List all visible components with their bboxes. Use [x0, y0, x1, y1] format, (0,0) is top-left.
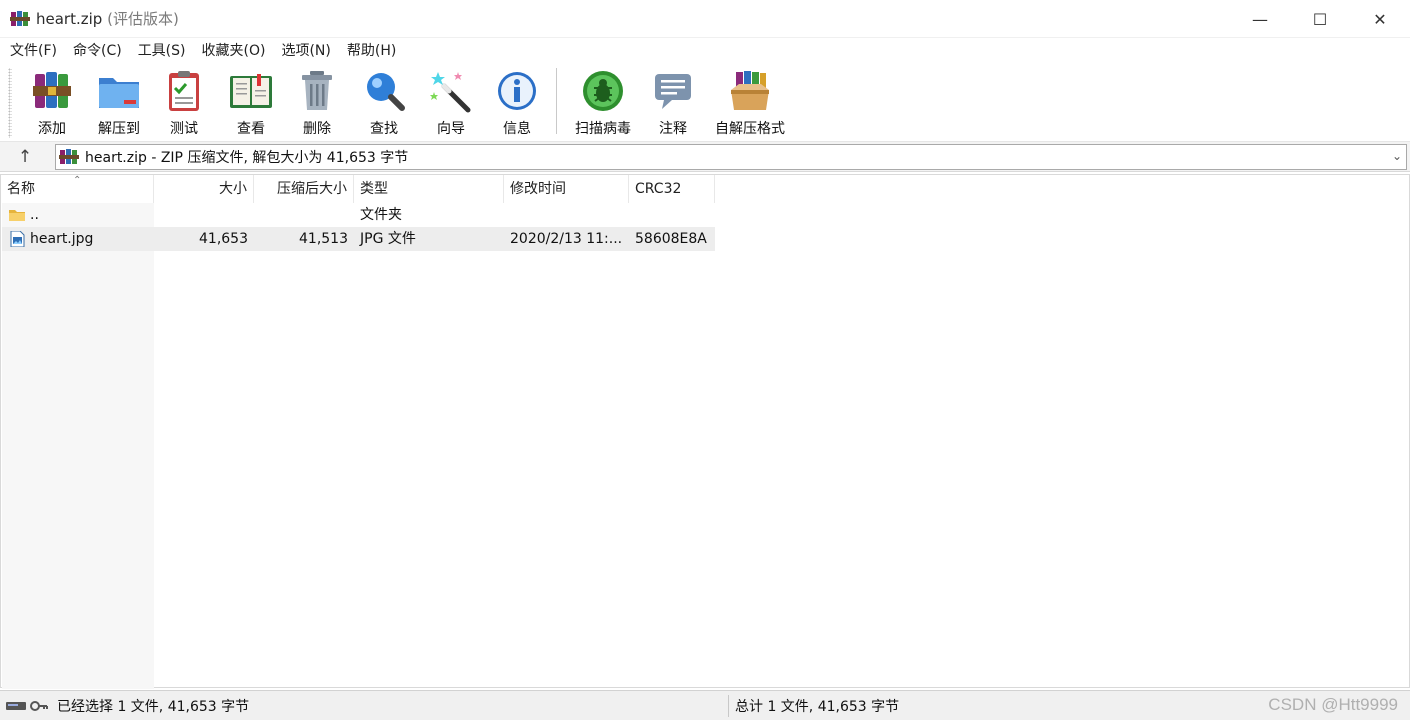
window-controls: — ☐ ✕ [1230, 0, 1410, 38]
title-bar: heart.zip (评估版本) — ☐ ✕ [0, 0, 1410, 38]
close-button[interactable]: ✕ [1350, 0, 1410, 38]
extract-to-label: 解压到 [98, 121, 140, 137]
status-bar: 已经选择 1 文件, 41,653 字节 总计 1 文件, 41,653 字节 … [0, 690, 1410, 720]
test-button[interactable]: 测试 [150, 64, 218, 138]
view-button[interactable]: 查看 [218, 64, 284, 138]
test-clipboard-icon [169, 71, 199, 111]
magnifier-icon [367, 73, 405, 111]
image-file-icon [10, 231, 25, 247]
status-total: 总计 1 文件, 41,653 字节 [735, 698, 900, 715]
trash-can-icon [302, 71, 332, 110]
sfx-button[interactable]: 自解压格式 [705, 64, 795, 138]
view-book-icon [230, 74, 272, 108]
comment-button[interactable]: 注释 [641, 64, 705, 138]
extract-folder-icon [99, 78, 139, 108]
magic-wand-icon [430, 72, 471, 113]
row-name-cell: heart.jpg [2, 227, 154, 251]
folder-icon [9, 210, 25, 221]
row-size: 41,653 [199, 231, 248, 247]
menu-bar: 文件(F) 命令(C) 工具(S) 收藏夹(O) 选项(N) 帮助(H) [0, 38, 1410, 64]
up-folder-button[interactable]: ↑ [0, 142, 50, 172]
toolbar-separator [556, 68, 557, 134]
column-header-packed[interactable]: 压缩后大小 [254, 175, 354, 203]
window-title-filename: heart.zip [36, 10, 103, 28]
window-title-suffix: (评估版本) [107, 10, 179, 28]
row-packed: 41,513 [299, 231, 348, 247]
column-header-type[interactable]: 类型 [354, 175, 504, 203]
status-divider [728, 695, 729, 717]
menu-commands[interactable]: 命令(C) [65, 38, 130, 64]
wizard-button[interactable]: 向导 [418, 64, 484, 138]
row-type: 文件夹 [360, 207, 402, 223]
menu-favorites[interactable]: 收藏夹(O) [194, 38, 274, 64]
row-name: .. [30, 207, 39, 223]
menu-options[interactable]: 选项(N) [273, 38, 338, 64]
comment-label: 注释 [659, 121, 687, 137]
test-label: 测试 [170, 121, 198, 137]
status-selection: 已经选择 1 文件, 41,653 字节 [57, 698, 250, 715]
add-button[interactable]: 添加 [16, 64, 88, 138]
table-row[interactable]: heart.jpg 41,653 41,513 JPG 文件 2020/2/13… [2, 227, 715, 251]
menu-file[interactable]: 文件(F) [2, 38, 65, 64]
sfx-label: 自解压格式 [715, 121, 785, 137]
arrow-up-icon: ↑ [17, 146, 33, 167]
address-text: heart.zip - ZIP 压缩文件, 解包大小为 41,653 字节 [85, 150, 409, 166]
row-type: JPG 文件 [360, 231, 416, 247]
sort-ascending-icon: ⌃ [73, 175, 82, 186]
status-icons [0, 700, 52, 712]
virus-scan-button[interactable]: 扫描病毒 [565, 64, 641, 138]
column-header-name-label: 名称 [7, 181, 35, 197]
row-crc: 58608E8A [635, 231, 707, 247]
row-size [154, 203, 254, 227]
archive-icon [59, 149, 79, 164]
file-list: ⌃ 名称 大小 压缩后大小 类型 修改时间 CRC32 .. 文件夹 heart… [0, 174, 1410, 689]
row-modified: 2020/2/13 11:... [510, 231, 623, 247]
row-modified [504, 203, 629, 227]
wizard-label: 向导 [437, 121, 465, 137]
toolbar-grip[interactable] [8, 68, 12, 138]
drive-icon[interactable] [6, 700, 26, 712]
column-header-row: ⌃ 名称 大小 压缩后大小 类型 修改时间 CRC32 [1, 175, 715, 203]
column-header-name[interactable]: ⌃ 名称 [1, 175, 154, 203]
column-header-modified[interactable]: 修改时间 [504, 175, 629, 203]
watermark: CSDN @Htt9999 [1268, 695, 1398, 714]
name-column-shade [2, 203, 154, 689]
address-row: ↑ heart.zip - ZIP 压缩文件, 解包大小为 41,653 字节 … [0, 142, 1410, 172]
toolbar: 添加 解压到 测试 查看 删除 查找 向导 信息 扫描病毒 注释 自解压格式 [0, 64, 1410, 142]
info-label: 信息 [503, 121, 531, 137]
menu-tools[interactable]: 工具(S) [130, 38, 194, 64]
address-bar[interactable]: heart.zip - ZIP 压缩文件, 解包大小为 41,653 字节 ⌄ [55, 144, 1407, 170]
find-label: 查找 [370, 121, 398, 137]
minimize-button[interactable]: — [1230, 0, 1290, 38]
delete-button[interactable]: 删除 [284, 64, 350, 138]
add-archive-icon [33, 72, 71, 108]
comment-bubble-icon [655, 74, 691, 109]
view-label: 查看 [237, 121, 265, 137]
info-button[interactable]: 信息 [484, 64, 550, 138]
table-row[interactable]: .. 文件夹 [2, 203, 715, 227]
column-header-size[interactable]: 大小 [154, 175, 254, 203]
chevron-down-icon[interactable]: ⌄ [1392, 149, 1402, 163]
sfx-box-icon [731, 71, 769, 110]
row-packed [254, 203, 354, 227]
column-header-crc[interactable]: CRC32 [629, 175, 715, 203]
find-button[interactable]: 查找 [350, 64, 418, 138]
menu-help[interactable]: 帮助(H) [339, 38, 404, 64]
delete-label: 删除 [303, 121, 331, 137]
key-icon[interactable] [30, 700, 48, 712]
window-title: heart.zip (评估版本) [36, 8, 179, 29]
virus-scan-label: 扫描病毒 [575, 121, 631, 137]
maximize-button[interactable]: ☐ [1290, 0, 1350, 38]
extract-to-button[interactable]: 解压到 [88, 64, 150, 138]
row-crc [629, 203, 715, 227]
info-icon [498, 72, 536, 110]
row-name: heart.jpg [30, 231, 94, 247]
virus-scan-bug-icon [583, 71, 623, 111]
row-name-cell: .. [2, 203, 154, 227]
winrar-app-icon [10, 10, 30, 26]
add-label: 添加 [38, 121, 66, 137]
